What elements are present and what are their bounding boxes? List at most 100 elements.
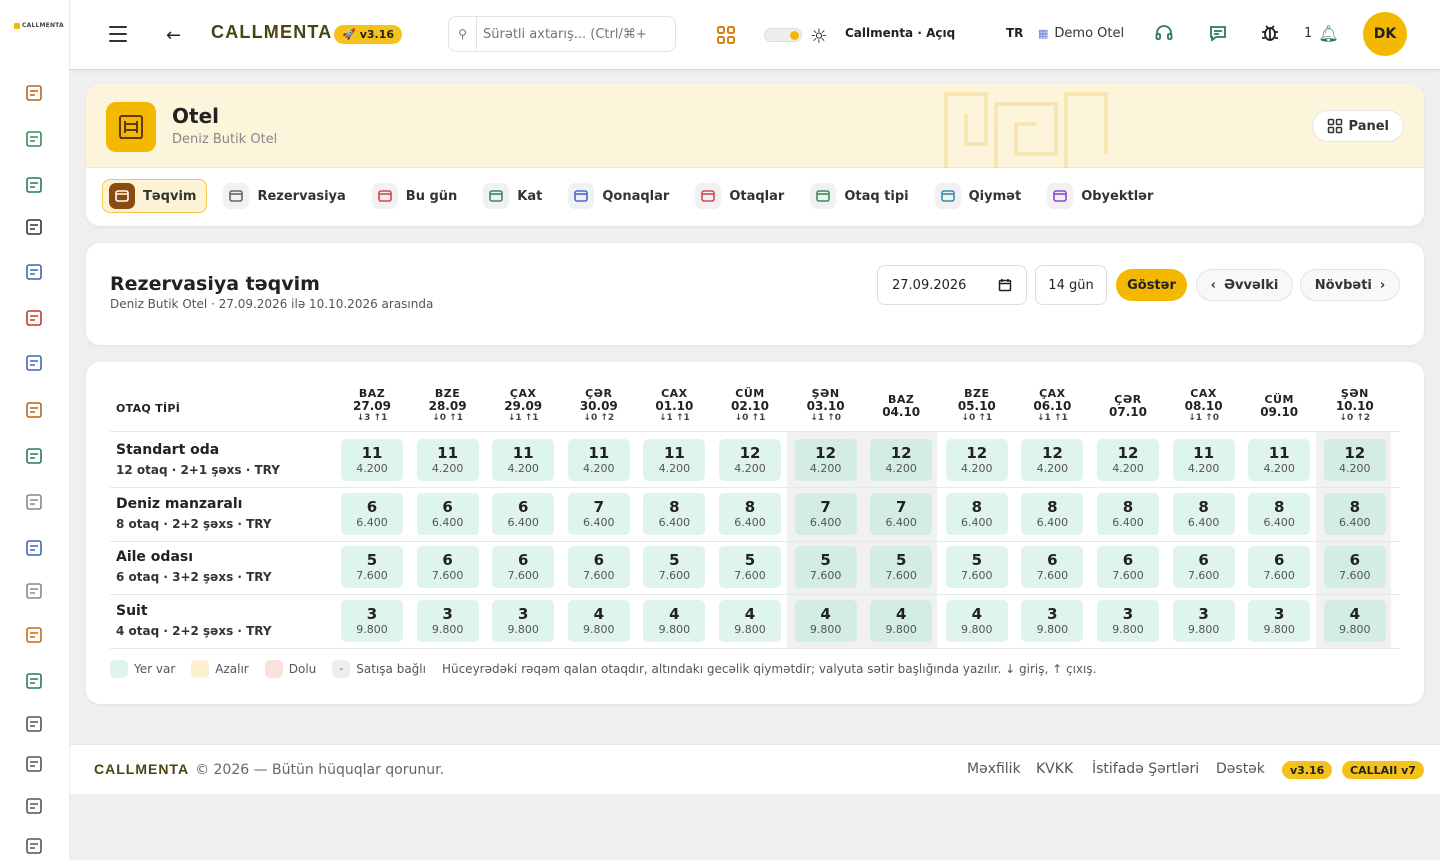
medal-icon[interactable]	[23, 399, 45, 421]
report-icon[interactable]	[23, 795, 45, 817]
globe-icon[interactable]	[23, 713, 45, 735]
footer-link[interactable]: İstifadə Şərtləri	[1092, 761, 1199, 777]
availability-cell[interactable]: 4 9.800	[794, 600, 857, 643]
availability-cell[interactable]: 12 4.200	[1097, 439, 1159, 481]
availability-cell[interactable]: 12 4.200	[719, 439, 781, 481]
back-arrow-icon[interactable]: ←	[166, 25, 181, 46]
tab-3[interactable]: Bu gün	[366, 179, 468, 213]
availability-cell[interactable]: 11 4.200	[416, 439, 479, 481]
availability-cell[interactable]: 6 7.600	[416, 546, 479, 589]
availability-cell[interactable]: 6 6.400	[416, 492, 479, 535]
megaphone-icon[interactable]	[23, 445, 45, 467]
start-date-input[interactable]: 27.09.2026	[877, 265, 1027, 305]
availability-cell[interactable]: 6 7.600	[1248, 546, 1311, 589]
bug-icon[interactable]	[1260, 23, 1280, 43]
sun-icon[interactable]: ☼	[810, 24, 828, 48]
availability-cell[interactable]: 8 6.400	[1248, 492, 1311, 535]
availability-cell[interactable]: 11 4.200	[1248, 439, 1311, 481]
availability-cell[interactable]: 5 7.600	[341, 546, 403, 589]
menu-icon[interactable]	[108, 26, 128, 42]
filter-icon[interactable]	[23, 753, 45, 775]
availability-cell[interactable]: 4 9.800	[945, 600, 1008, 643]
availability-cell[interactable]: 3 9.800	[1172, 600, 1235, 643]
tab-9[interactable]: Obyektlər	[1041, 179, 1163, 213]
chat-icon[interactable]	[1208, 23, 1228, 43]
brackets-icon[interactable]	[23, 216, 45, 238]
theme-toggle[interactable]	[764, 28, 802, 42]
footer-link[interactable]: Dəstək	[1216, 761, 1265, 777]
availability-cell[interactable]: 6 7.600	[492, 546, 555, 589]
tab-4[interactable]: Kat	[477, 179, 552, 213]
search-input[interactable]	[483, 19, 668, 49]
calendar-grid-icon[interactable]	[23, 82, 45, 104]
availability-cell[interactable]: 3 9.800	[492, 600, 555, 643]
show-button[interactable]: Göstər	[1116, 269, 1187, 301]
availability-cell[interactable]: 6 6.400	[492, 492, 555, 535]
shield-icon[interactable]	[23, 580, 45, 602]
availability-cell[interactable]: 4 9.800	[567, 600, 630, 643]
panel-button[interactable]: Panel	[1311, 110, 1404, 142]
clipboard-icon[interactable]	[23, 128, 45, 150]
availability-cell[interactable]: 11 4.200	[567, 439, 630, 481]
availability-cell[interactable]: 12 4.200	[870, 439, 933, 481]
apps-grid-icon[interactable]	[716, 25, 736, 45]
availability-cell[interactable]: 8 6.400	[1323, 492, 1386, 535]
availability-cell[interactable]: 8 6.400	[1097, 492, 1159, 535]
availability-cell[interactable]: 3 9.800	[1097, 600, 1159, 643]
tab-5[interactable]: Qonaqlar	[562, 179, 679, 213]
availability-cell[interactable]: 8 6.400	[719, 492, 781, 535]
user-circle-icon[interactable]	[23, 261, 45, 283]
availability-cell[interactable]: 4 9.800	[719, 600, 781, 643]
availability-cell[interactable]: 12 4.200	[1021, 439, 1084, 481]
availability-cell[interactable]: 11 4.200	[1172, 439, 1235, 481]
days-select[interactable]: 14 gün	[1035, 265, 1107, 305]
footer-link[interactable]: Məxfilik	[967, 761, 1021, 777]
availability-cell[interactable]: 8 6.400	[643, 492, 706, 535]
availability-cell[interactable]: 12 4.200	[1323, 439, 1386, 481]
gear-icon[interactable]	[23, 491, 45, 513]
availability-cell[interactable]: 6 7.600	[1021, 546, 1084, 589]
availability-cell[interactable]: 8 6.400	[1172, 492, 1235, 535]
availability-cell[interactable]: 5 7.600	[945, 546, 1008, 589]
availability-cell[interactable]: 3 9.800	[1248, 600, 1311, 643]
availability-cell[interactable]: 6 7.600	[567, 546, 630, 589]
availability-cell[interactable]: 11 4.200	[341, 439, 403, 481]
availability-cell[interactable]: 7 6.400	[870, 492, 933, 535]
availability-cell[interactable]: 11 4.200	[492, 439, 555, 481]
footer-link[interactable]: KVKK	[1036, 761, 1073, 777]
hotel-selector[interactable]: ▦ Demo Otel	[1038, 26, 1124, 41]
search-icon[interactable]: ⚲	[449, 17, 477, 51]
availability-cell[interactable]: 3 9.800	[1021, 600, 1084, 643]
chart-line-icon[interactable]	[23, 670, 45, 692]
availability-cell[interactable]: 4 9.800	[870, 600, 933, 643]
tab-1[interactable]: Təqvim	[102, 179, 208, 213]
notifications[interactable]: 1 🔔︎	[1304, 24, 1339, 43]
availability-cell[interactable]: 5 7.600	[643, 546, 706, 589]
availability-cell[interactable]: 11 4.200	[643, 439, 706, 481]
availability-cell[interactable]: 3 9.800	[341, 600, 403, 643]
availability-cell[interactable]: 3 9.800	[416, 600, 479, 643]
tab-8[interactable]: Qiymət	[929, 179, 1032, 213]
warning-icon[interactable]	[23, 835, 45, 857]
availability-cell[interactable]: 5 7.600	[870, 546, 933, 589]
previous-button[interactable]: ‹ Əvvəlki	[1196, 269, 1293, 301]
tab-2[interactable]: Rezervasiya	[217, 179, 355, 213]
table-icon[interactable]	[23, 537, 45, 559]
availability-cell[interactable]: 8 6.400	[945, 492, 1008, 535]
tab-7[interactable]: Otaq tipi	[804, 179, 918, 213]
id-card-icon[interactable]	[23, 174, 45, 196]
availability-cell[interactable]: 5 7.600	[719, 546, 781, 589]
availability-cell[interactable]: 7 6.400	[567, 492, 630, 535]
availability-cell[interactable]: 4 9.800	[1323, 600, 1386, 643]
availability-cell[interactable]: 12 4.200	[945, 439, 1008, 481]
availability-cell[interactable]: 7 6.400	[794, 492, 857, 535]
sidebar-logo[interactable]: CALLMENTA	[14, 22, 64, 29]
availability-cell[interactable]: 6 7.600	[1172, 546, 1235, 589]
availability-cell[interactable]: 5 7.600	[794, 546, 857, 589]
availability-cell[interactable]: 12 4.200	[794, 439, 857, 481]
user-avatar[interactable]: DK	[1363, 12, 1407, 56]
availability-cell[interactable]: 8 6.400	[1021, 492, 1084, 535]
availability-cell[interactable]: 4 9.800	[643, 600, 706, 643]
alarm-icon[interactable]	[23, 307, 45, 329]
tab-6[interactable]: Otaqlar	[689, 179, 794, 213]
